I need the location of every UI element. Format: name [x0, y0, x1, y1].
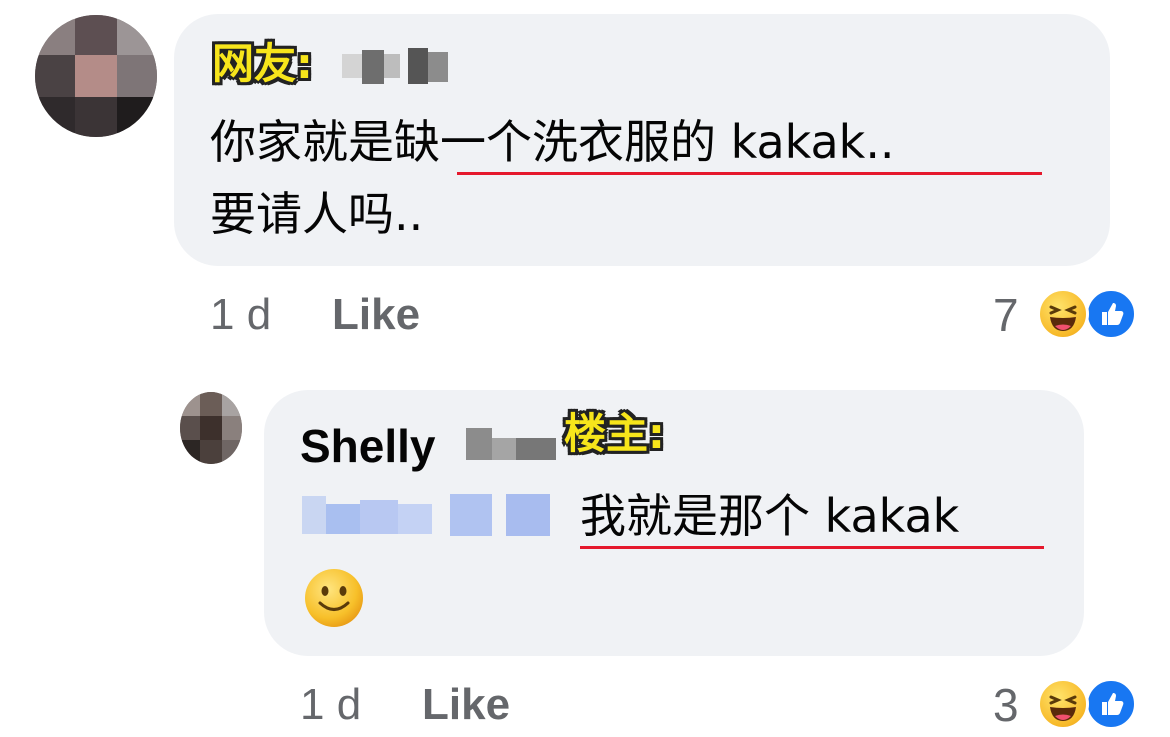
blurred-mention	[302, 490, 564, 540]
like-link[interactable]: Like	[332, 290, 420, 340]
replier-avatar[interactable]	[180, 392, 242, 464]
reply-author-name[interactable]: Shelly	[300, 418, 436, 474]
like-reaction-icon	[1085, 288, 1137, 340]
reply-time[interactable]: 1 d	[300, 680, 361, 730]
commenter-avatar[interactable]	[35, 15, 157, 137]
reply-reaction-count[interactable]: 3	[993, 680, 1019, 730]
reaction-count[interactable]: 7	[993, 290, 1019, 340]
comment-text-line2: 要请人吗..	[210, 187, 424, 241]
red-underline	[457, 172, 1042, 175]
reply-like-link[interactable]: Like	[422, 680, 510, 730]
commenter-tag: 网友:	[212, 39, 313, 88]
reply-haha-reaction-icon	[1037, 678, 1089, 730]
blurred-name	[342, 44, 452, 88]
comment-text-line1: 你家就是缺一个洗衣服的 kakak..	[210, 115, 895, 169]
smile-emoji-icon	[304, 568, 364, 628]
reply-like-reaction-icon	[1085, 678, 1137, 730]
reply-text: 我就是那个 kakak	[580, 489, 960, 543]
comment-time[interactable]: 1 d	[210, 290, 271, 340]
op-tag: 楼主:	[564, 409, 665, 458]
blurred-surname	[466, 424, 560, 464]
red-underline-reply	[580, 546, 1044, 549]
haha-reaction-icon	[1037, 288, 1089, 340]
